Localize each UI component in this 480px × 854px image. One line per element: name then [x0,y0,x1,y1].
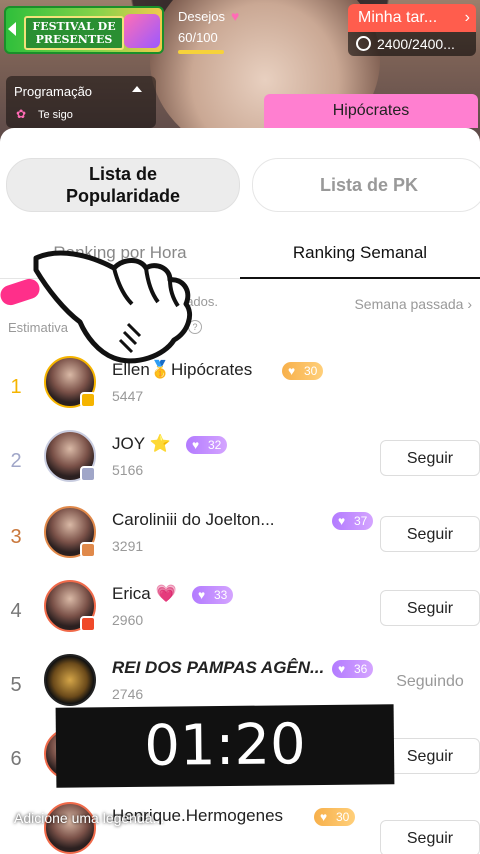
heart-icon: ♥ [230,8,240,24]
clock-icon [356,36,371,51]
tab-weekly-ranking[interactable]: Ranking Semanal [240,232,480,279]
list-item[interactable]: 2 JOY ⭐ 32 5166 Seguir [0,430,480,504]
user-score: 2960 [112,612,144,628]
pk-list-tab[interactable]: Lista de PK [252,158,480,212]
user-name: REI DOS PAMPAS AGÊN... [112,658,325,677]
user-score: 3291 [112,538,144,554]
last-week-link[interactable]: Semana passada › [354,296,472,312]
level-icon [80,466,96,482]
wishes-widget[interactable]: Desejos ♥ 60/100 [178,8,240,54]
avatar[interactable] [44,430,96,482]
programming-panel[interactable]: Programação ✿ Te sigo [6,76,156,128]
wishes-label: Desejos [178,9,225,24]
chevron-right-icon: › [467,296,472,312]
rank-number: 3 [10,526,22,548]
task-timer: 2400/2400... [348,32,476,56]
banner-line-1: FESTIVAL DE [32,20,116,33]
programming-sub: Te sigo [38,109,73,121]
rank-number: 6 [10,748,22,770]
caption-input[interactable]: Adicione uma legenda... [14,810,164,826]
rank-number: 1 [10,376,22,398]
follow-button[interactable]: Seguir [380,516,480,552]
rank-number: 2 [10,450,22,472]
avatar[interactable] [44,654,96,706]
gift-box-icon [124,14,160,48]
chevron-right-icon: › [464,9,470,26]
user-score: 2746 [112,686,144,702]
avatar[interactable] [44,506,96,558]
popularity-line-1: Lista de [88,164,158,184]
festival-ribbon: FESTIVAL DE PRESENTES [24,16,124,50]
wishes-progress-bar [178,50,224,54]
level-icon [80,542,96,558]
level-badge: 32 [186,436,228,454]
caret-up-icon[interactable] [132,86,142,92]
streamer-name-button[interactable]: Hipócrates [264,94,478,128]
user-name: JOY ⭐ [112,434,171,453]
user-name: Caroliniii do Joelton... [112,510,275,529]
banner-line-2: PRESENTES [35,33,113,46]
countdown-timer: 01:20 [55,704,395,788]
avatar[interactable] [44,580,96,632]
rank-number: 4 [10,600,22,622]
level-icon [80,392,96,408]
user-name: Erica 💗 [112,584,177,603]
popularity-line-2: Popularidade [65,186,181,206]
level-icon [80,616,96,632]
level-badge: 36 [332,660,374,678]
following-button[interactable]: Seguindo [380,664,480,700]
back-arrow-icon[interactable] [8,22,16,36]
pointing-hand-icon [33,250,192,364]
follow-button[interactable]: Seguir [380,590,480,626]
task-timer-value: 2400/2400... [377,36,455,52]
level-badge: 37 [332,512,374,530]
my-task-button[interactable]: Minha tar... › [348,4,476,32]
level-badge: 30 [282,362,324,380]
follow-button[interactable]: Seguir [380,440,480,476]
user-score: 5166 [112,462,144,478]
list-item[interactable]: 4 Erica 💗 33 2960 Seguir [0,580,480,654]
flower-icon: ✿ [16,107,27,121]
level-badge: 30 [314,808,356,826]
programming-label: Programação [14,84,93,99]
rank-number: 5 [10,674,22,696]
popularity-list-tab[interactable]: Lista de Popularidade [6,158,240,212]
follow-button[interactable]: Seguir [380,738,480,774]
task-label: Minha tar... [358,9,438,26]
level-badge: 33 [192,586,234,604]
wishes-count: 60/100 [178,30,218,45]
user-score: 5447 [112,388,144,404]
last-week-label: Semana passada [354,296,464,312]
gift-festival-banner[interactable]: FESTIVAL DE PRESENTES [4,6,164,54]
follow-button[interactable]: Seguir [380,820,480,854]
list-item[interactable]: 3 Caroliniii do Joelton... 37 3291 Segui… [0,506,480,580]
